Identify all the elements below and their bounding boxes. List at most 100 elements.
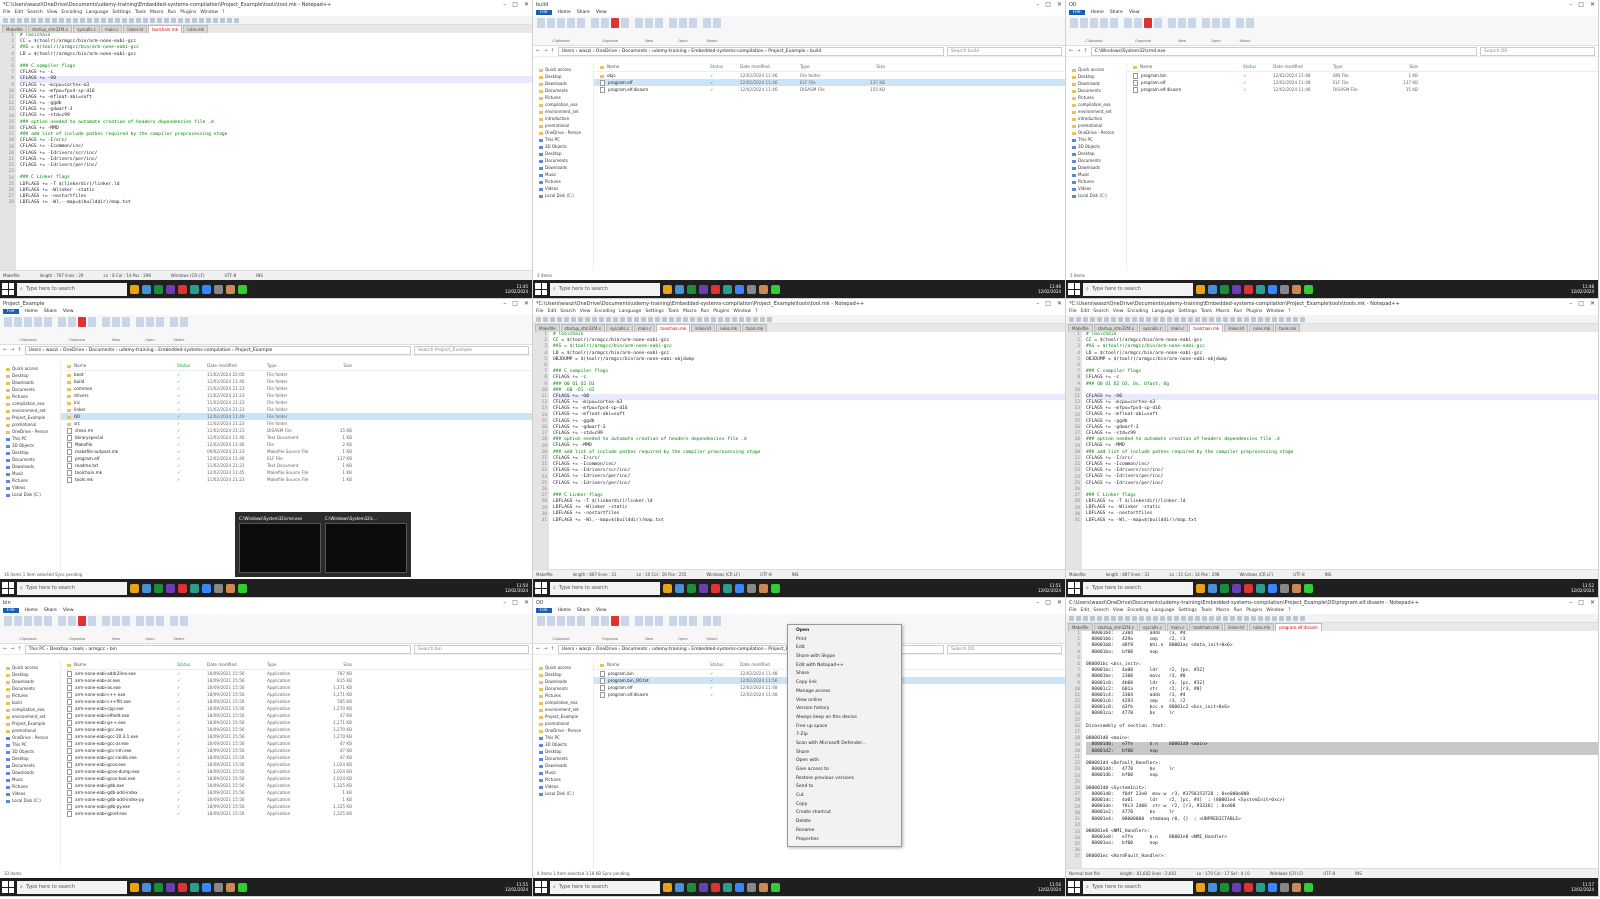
windows-start-icon[interactable] (2, 283, 14, 295)
nav-item[interactable]: Quick access (1066, 66, 1126, 73)
toolbar-button[interactable] (676, 316, 681, 322)
column-header-status[interactable]: Status (710, 63, 740, 71)
context-menu-item[interactable]: Open with (788, 757, 901, 766)
document-tab[interactable]: main.c (633, 324, 656, 332)
toolbar-button[interactable] (3, 17, 8, 23)
ribbon-button[interactable] (24, 317, 32, 327)
nav-item[interactable]: Downloads (533, 164, 593, 171)
ribbon-button[interactable] (102, 317, 110, 327)
toolbar-button[interactable] (1258, 615, 1263, 621)
ribbon-button[interactable] (703, 18, 711, 28)
back-arrow-icon[interactable]: ← (1069, 48, 1073, 54)
toolbar-button[interactable] (213, 17, 218, 23)
taskbar-app-icon[interactable] (1244, 284, 1253, 294)
taskbar-app-icon[interactable] (711, 284, 720, 294)
nav-item[interactable]: Desktop (0, 449, 60, 456)
ribbon-button[interactable] (645, 18, 653, 28)
taskbar-app-icon[interactable] (226, 882, 235, 892)
ribbon-tab-view[interactable]: View (596, 608, 607, 613)
close-button[interactable]: ✕ (1057, 1, 1062, 8)
ribbon-button[interactable] (122, 317, 130, 327)
toolbar-button[interactable] (1160, 615, 1165, 621)
nav-item[interactable]: Downloads (0, 463, 60, 470)
nav-item[interactable]: Desktop (533, 73, 593, 80)
menu-item-[interactable]: ? (222, 10, 224, 15)
ribbon-button[interactable] (703, 616, 711, 626)
toolbar-button[interactable] (1160, 316, 1165, 322)
menu-item-encoding[interactable]: Encoding (1127, 608, 1148, 613)
nav-item[interactable]: Pictures (1066, 178, 1126, 185)
toolbar-button[interactable] (1167, 316, 1172, 322)
taskbar-app-icon[interactable] (1220, 284, 1229, 294)
menu-item-encoding[interactable]: Encoding (1127, 309, 1148, 314)
toolbar-button[interactable] (704, 316, 709, 322)
column-header-name[interactable]: Name (67, 362, 177, 370)
nav-item[interactable]: Documents (0, 685, 60, 692)
document-tab[interactable]: rules.mk (182, 25, 209, 33)
menu-item-plugins[interactable]: Plugins (1246, 608, 1262, 613)
context-menu-item[interactable]: Send to (788, 783, 901, 792)
ribbon-button[interactable] (1134, 18, 1142, 28)
file-row[interactable]: program.elf✓ 12/02/2024 11:48 ELF File 137 … (1127, 79, 1598, 86)
toolbar-button[interactable] (1076, 316, 1081, 322)
toolbar-button[interactable] (17, 17, 22, 23)
ribbon-tab-file[interactable]: File (536, 608, 552, 613)
ribbon-button[interactable] (136, 317, 144, 327)
forward-arrow-icon[interactable]: → (10, 646, 14, 652)
up-arrow-icon[interactable]: ↑ (550, 48, 554, 54)
up-arrow-icon[interactable]: ↑ (550, 646, 554, 652)
toolbar-button[interactable] (662, 316, 667, 322)
up-arrow-icon[interactable]: ↑ (17, 646, 21, 652)
taskbar-app-icon[interactable] (723, 284, 732, 294)
ribbon-button[interactable] (1090, 18, 1098, 28)
taskbar-app-icon[interactable] (130, 583, 139, 593)
context-menu-item[interactable]: Manage access (788, 688, 901, 697)
nav-item[interactable]: Pictures (533, 692, 593, 699)
nav-item[interactable]: OneDrive - Person (0, 734, 60, 741)
windows-start-icon[interactable] (535, 283, 547, 295)
code-text[interactable]: # Toolchain CC = $(toolr)/armgcc/bin/arm-… (549, 332, 1065, 570)
toolbar-button[interactable] (185, 17, 190, 23)
nav-item[interactable]: Local Disk (C:) (533, 790, 593, 797)
toolbar-button[interactable] (1069, 316, 1074, 322)
nav-item[interactable]: promotional (533, 720, 593, 727)
file-row[interactable]: common ✓ 11/02/2024 21:23 File folder (61, 385, 532, 392)
taskbar-app-icon[interactable] (735, 583, 744, 593)
toolbar-button[interactable] (599, 316, 604, 322)
forward-arrow-icon[interactable]: → (10, 347, 14, 353)
file-row[interactable]: arm-none-eabi-gcov.exe ✓ 18/09/2021 15:56 A… (61, 761, 532, 768)
ribbon-tab-file[interactable]: File (3, 608, 19, 613)
taskbar-app-icon[interactable] (663, 284, 672, 294)
minimize-button[interactable]: – (1569, 599, 1572, 606)
column-header-date-modified[interactable]: Date modified (207, 661, 267, 669)
ribbon-tab-view[interactable]: View (63, 608, 74, 613)
ribbon-tab-share[interactable]: Share (44, 309, 57, 314)
ribbon-button[interactable] (78, 616, 86, 626)
toolbar-button[interactable] (606, 316, 611, 322)
ribbon-button[interactable] (679, 18, 687, 28)
nav-item[interactable]: Downloads (533, 80, 593, 87)
nav-item[interactable]: Pictures (0, 477, 60, 484)
column-header-name[interactable]: Name (1133, 63, 1243, 71)
ribbon-button[interactable] (44, 616, 52, 626)
toolbar-button[interactable] (536, 316, 541, 322)
context-menu-item[interactable]: Rename (788, 827, 901, 836)
windows-start-icon[interactable] (2, 881, 14, 893)
nav-item[interactable]: Quick access (533, 66, 593, 73)
toolbar-button[interactable] (1153, 316, 1158, 322)
toolbar-button[interactable] (1125, 615, 1130, 621)
document-tab[interactable]: linker.ld (1224, 623, 1248, 631)
toolbar-button[interactable] (199, 17, 204, 23)
menu-item-search[interactable]: Search (27, 10, 42, 15)
nav-item[interactable]: promotional (1066, 122, 1126, 129)
toolbar-button[interactable] (1139, 316, 1144, 322)
ribbon-button[interactable] (34, 317, 42, 327)
taskbar-app-icon[interactable] (759, 882, 768, 892)
context-menu-item[interactable]: Copy (788, 801, 901, 810)
ribbon-button[interactable] (1110, 18, 1118, 28)
close-button[interactable]: ✕ (1057, 300, 1062, 307)
context-menu-item[interactable]: Copy link (788, 679, 901, 688)
column-header-type[interactable]: Type (267, 362, 322, 370)
menu-item-[interactable]: ? (1288, 309, 1290, 314)
up-arrow-icon[interactable]: ↑ (1083, 48, 1087, 54)
